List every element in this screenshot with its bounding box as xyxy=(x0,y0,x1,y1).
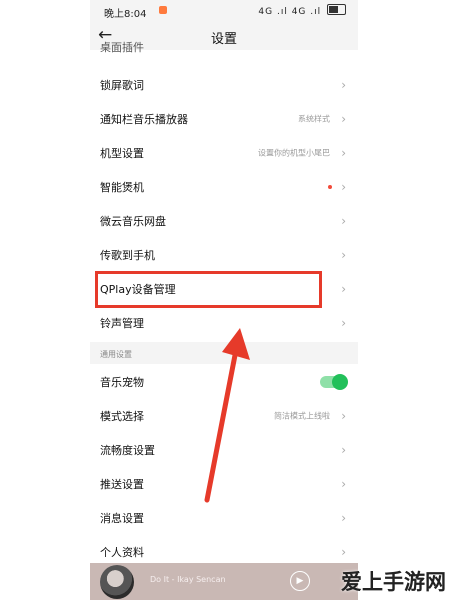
now-playing-title: Do It - Ikay Sencan xyxy=(150,575,226,584)
album-cover xyxy=(100,565,134,599)
site-watermark: 爱上手游网 xyxy=(341,570,446,594)
mini-player[interactable]: Do It - Ikay Sencan ▶ xyxy=(90,563,358,600)
play-icon[interactable]: ▶ xyxy=(290,571,310,591)
annotation-arrow xyxy=(204,328,250,503)
